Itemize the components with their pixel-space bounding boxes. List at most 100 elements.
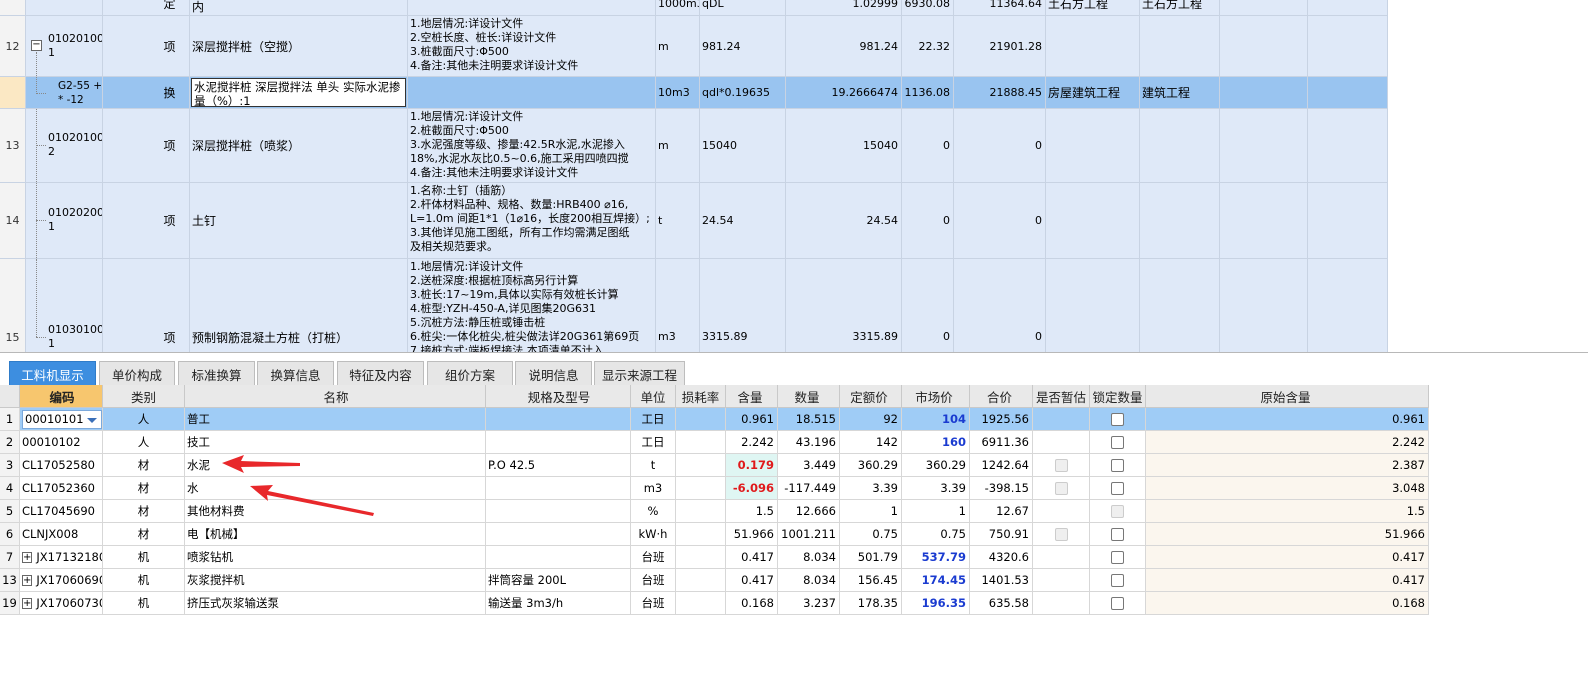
item-total: 0 xyxy=(954,183,1046,258)
resource-spec xyxy=(486,546,631,569)
provisional-checkbox[interactable] xyxy=(1054,527,1068,541)
resource-content[interactable]: 0.417 xyxy=(726,546,778,569)
resource-content[interactable]: -6.096 xyxy=(726,477,778,500)
col-content-header[interactable]: 含量 xyxy=(726,385,778,408)
resource-content[interactable]: 0.179 xyxy=(726,454,778,477)
row-number: 3 xyxy=(0,454,20,477)
tab-show-source-project[interactable]: 显示来源工程 xyxy=(594,361,685,386)
expand-icon[interactable]: + xyxy=(22,574,33,586)
resource-row[interactable]: 1 00010101 人 普工 工日 0.961 18.515 92 104 1… xyxy=(0,408,1429,431)
resource-class: 机 xyxy=(103,546,185,569)
lock-qty-checkbox[interactable] xyxy=(1111,412,1124,426)
resource-row[interactable]: 7 + JX17132180 机 喷浆钻机 台班 0.417 8.034 501.… xyxy=(0,546,1429,569)
resource-quota-price: 178.35 xyxy=(840,592,902,615)
resource-market-price[interactable]: 196.35 xyxy=(902,592,970,615)
resource-market-price[interactable]: 360.29 xyxy=(902,454,970,477)
resource-market-price[interactable]: 537.79 xyxy=(902,546,970,569)
lock-qty-checkbox[interactable] xyxy=(1111,596,1124,610)
col-quota-price-header[interactable]: 定额价 xyxy=(840,385,902,408)
resource-row[interactable]: 19 + JX17060730 机 挤压式灰浆输送泵 输送量 3m3/h 台班 0… xyxy=(0,592,1429,615)
bill-row-partial[interactable]: 01-212 定 内 1000m3 qDL 1.02999 6930.08 11… xyxy=(0,0,1388,16)
resource-unit: % xyxy=(631,500,676,523)
resource-content[interactable]: 0.961 xyxy=(726,408,778,431)
quota-row-selected[interactable]: G2-55 + G2-59 * -12 换 水泥搅拌桩 深层搅拌法 单头 实际水… xyxy=(0,77,1388,109)
resource-quota-price: 92 xyxy=(840,408,902,431)
code-dropdown[interactable]: 00010101 xyxy=(22,409,102,429)
resource-market-price[interactable]: 1 xyxy=(902,500,970,523)
col-total-header[interactable]: 合价 xyxy=(970,385,1033,408)
col-provisional-header[interactable]: 是否暂估 xyxy=(1033,385,1090,408)
expand-icon[interactable]: + xyxy=(22,597,33,609)
lock-qty-checkbox[interactable] xyxy=(1111,504,1124,518)
resource-class: 材 xyxy=(103,454,185,477)
chevron-down-icon[interactable] xyxy=(87,417,97,423)
collapse-icon[interactable]: − xyxy=(31,40,42,51)
resource-row[interactable]: 6 CLNJX008 材 电【机械】 kW·h 51.966 1001.211 … xyxy=(0,523,1429,546)
bill-row-14[interactable]: 14 01020200800 1 项 土钉 1.名称:土钉（插筋） 2.杆体材料… xyxy=(0,183,1388,259)
resource-row[interactable]: 5 CL17045690 材 其他材料费 % 1.5 12.666 1 1 12… xyxy=(0,500,1429,523)
resource-class: 材 xyxy=(103,477,185,500)
item-unit-price: 1136.08 xyxy=(902,77,954,108)
quota-name-editor[interactable]: 水泥搅拌桩 深层搅拌法 单头 实际水泥掺量（%）:1 xyxy=(191,78,406,108)
resource-orig-content: 3.048 xyxy=(1146,477,1429,500)
bill-row-12[interactable]: 12 − 01020100900 1 项 深层搅拌桩（空搅） 1.地层情况:详设… xyxy=(0,16,1388,77)
resource-code: CL17052580 xyxy=(20,454,103,477)
bill-row-13[interactable]: 13 01020100900 2 项 深层搅拌桩（喷浆） 1.地层情况:详设计文… xyxy=(0,109,1388,183)
item-code-suffix: 1 xyxy=(48,337,55,350)
tab-conversion-info[interactable]: 换算信息 xyxy=(257,361,334,386)
resource-content[interactable]: 2.242 xyxy=(726,431,778,454)
resource-row[interactable]: 2 00010102 人 技工 工日 2.242 43.196 142 160 … xyxy=(0,431,1429,454)
expand-icon[interactable]: + xyxy=(22,551,33,563)
col-loss-header[interactable]: 损耗率 xyxy=(676,385,726,408)
provisional-checkbox[interactable] xyxy=(1054,458,1068,472)
col-market-price-header[interactable]: 市场价 xyxy=(902,385,970,408)
resource-count: 1001.211 xyxy=(778,523,840,546)
lock-qty-checkbox[interactable] xyxy=(1111,573,1124,587)
item-profession xyxy=(1140,16,1220,76)
bill-row-15[interactable]: 15 01030100100 1 项 预制钢筋混凝土方桩（打桩） 1.地层情况:… xyxy=(0,259,1388,352)
resource-content[interactable]: 1.5 xyxy=(726,500,778,523)
resource-market-price[interactable]: 174.45 xyxy=(902,569,970,592)
col-code-header[interactable]: 编码 xyxy=(20,385,103,408)
resource-market-price[interactable]: 160 xyxy=(902,431,970,454)
item-unit-price: 0 xyxy=(902,183,954,258)
resource-total: 12.67 xyxy=(970,500,1033,523)
item-unit: m xyxy=(656,109,700,182)
item-qty: 1.02999 xyxy=(786,0,902,15)
item-category: 房屋建筑工程 xyxy=(1046,77,1140,108)
item-unit-price: 22.32 xyxy=(902,16,954,76)
resource-orig-content: 2.242 xyxy=(1146,431,1429,454)
col-spec-header[interactable]: 规格及型号 xyxy=(486,385,631,408)
col-unit-header[interactable]: 单位 xyxy=(631,385,676,408)
resource-row[interactable]: 4 CL17052360 材 水 m3 -6.096 -117.449 3.39… xyxy=(0,477,1429,500)
provisional-checkbox[interactable] xyxy=(1054,481,1068,495)
resource-name: 电【机械】 xyxy=(185,523,486,546)
lock-qty-checkbox[interactable] xyxy=(1111,481,1124,495)
resource-content[interactable]: 0.168 xyxy=(726,592,778,615)
tab-description[interactable]: 说明信息 xyxy=(515,361,592,386)
tab-features-content[interactable]: 特征及内容 xyxy=(337,361,424,386)
col-orig-content-header[interactable]: 原始含量 xyxy=(1146,385,1429,408)
resource-market-price[interactable]: 0.75 xyxy=(902,523,970,546)
lock-qty-checkbox[interactable] xyxy=(1111,527,1124,541)
feature-line: 7.接桩方式:端板焊接法,本项清单不计入 xyxy=(410,344,604,352)
resource-content[interactable]: 0.417 xyxy=(726,569,778,592)
item-features: 1.地层情况:详设计文件 2.送桩深度:根据桩顶标高另行计算 3.桩长:17~1… xyxy=(408,259,656,352)
col-name-header[interactable]: 名称 xyxy=(185,385,486,408)
tab-standard-conversion[interactable]: 标准换算 xyxy=(178,361,255,386)
lock-qty-checkbox[interactable] xyxy=(1111,458,1124,472)
col-lock-qty-header[interactable]: 锁定数量 xyxy=(1090,385,1146,408)
tab-labor-material-machine[interactable]: 工料机显示 xyxy=(9,361,96,386)
resource-total: 6911.36 xyxy=(970,431,1033,454)
resource-row[interactable]: 13 + JX17060690 机 灰浆搅拌机 拌筒容量 200L 台班 0.41… xyxy=(0,569,1429,592)
col-count-header[interactable]: 数量 xyxy=(778,385,840,408)
col-class-header[interactable]: 类别 xyxy=(103,385,185,408)
resource-market-price[interactable]: 104 xyxy=(902,408,970,431)
tab-unit-price-composition[interactable]: 单价构成 xyxy=(99,361,175,386)
resource-row[interactable]: 3 CL17052580 材 水泥 P.O 42.5 t 0.179 3.449… xyxy=(0,454,1429,477)
tab-pricing-scheme[interactable]: 组价方案 xyxy=(427,361,513,386)
resource-market-price[interactable]: 3.39 xyxy=(902,477,970,500)
lock-qty-checkbox[interactable] xyxy=(1111,550,1124,564)
resource-content[interactable]: 51.966 xyxy=(726,523,778,546)
lock-qty-checkbox[interactable] xyxy=(1111,435,1124,449)
